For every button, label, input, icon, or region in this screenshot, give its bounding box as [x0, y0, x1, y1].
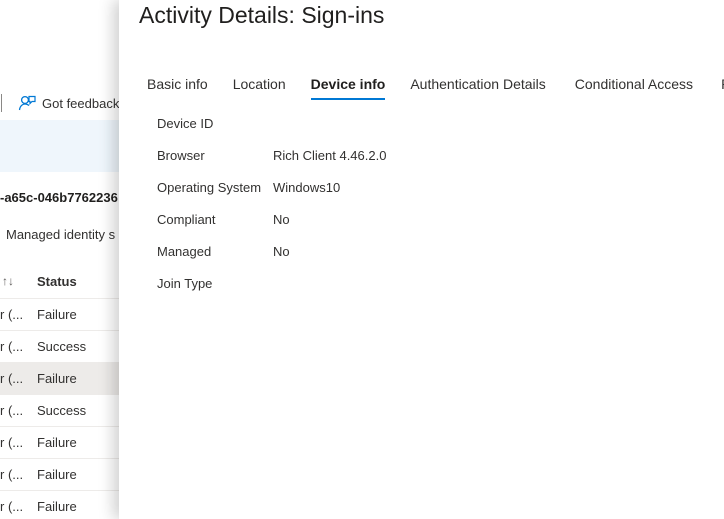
- row-status-cell: Success: [37, 403, 87, 418]
- table-row[interactable]: r (... Failure: [0, 459, 124, 491]
- tab-authentication-details[interactable]: Authentication Details: [410, 76, 545, 98]
- tab-device-info[interactable]: Device info: [310, 76, 385, 100]
- table-row[interactable]: r (... Failure: [0, 299, 124, 331]
- background-filter-label[interactable]: Managed identity s: [6, 227, 115, 242]
- row-status-cell: Success: [37, 339, 87, 354]
- panel-title: Activity Details: Sign-ins: [139, 2, 385, 28]
- property-value: Rich Client 4.46.2.0: [273, 148, 387, 163]
- details-tab-bar: Basic info Location Device info Authenticat…: [147, 76, 724, 100]
- row-truncated-cell: r (...: [0, 339, 24, 354]
- table-row[interactable]: r (... Failure: [0, 427, 124, 459]
- row-truncated-cell: r (...: [0, 499, 24, 514]
- sort-icon[interactable]: ↑↓: [2, 274, 14, 288]
- activity-details-panel: Activity Details: Sign-ins Basic info Loc…: [119, 0, 724, 519]
- property-value: No: [273, 244, 290, 259]
- feedback-person-icon[interactable]: [18, 94, 36, 112]
- background-table-body: r (... Failure r (... Success r (... Failure r…: [0, 299, 124, 519]
- background-info-band: [0, 120, 124, 172]
- toolbar-divider: [1, 94, 2, 112]
- row-status-cell: Failure: [37, 371, 77, 386]
- row-status-cell: Failure: [37, 307, 77, 322]
- row-truncated-cell: r (...: [0, 403, 24, 418]
- table-row[interactable]: r (... Success: [0, 395, 124, 427]
- row-truncated-cell: r (...: [0, 371, 24, 386]
- tab-basic-info[interactable]: Basic info: [147, 76, 208, 98]
- tab-conditional-access[interactable]: Conditional Access: [575, 76, 693, 98]
- property-label: Operating System: [157, 180, 262, 195]
- row-truncated-cell: r (...: [0, 307, 24, 322]
- row-truncated-cell: r (...: [0, 467, 24, 482]
- row-status-cell: Failure: [37, 435, 77, 450]
- table-row[interactable]: r (... Failure: [0, 491, 124, 519]
- property-label: Compliant: [157, 212, 216, 227]
- background-toolbar: Got feedback: [0, 86, 124, 120]
- tab-location[interactable]: Location: [233, 76, 286, 98]
- row-status-cell: Failure: [37, 499, 77, 514]
- table-row[interactable]: r (... Failure: [0, 363, 124, 395]
- background-signins-list: Got feedback -a65c-046b7762236 Managed i…: [0, 0, 124, 519]
- property-label: Device ID: [157, 116, 214, 131]
- property-value: No: [273, 212, 290, 227]
- table-row[interactable]: r (... Success: [0, 331, 124, 363]
- background-table-header: ↑↓ Status: [0, 266, 124, 299]
- property-value: Windows10: [273, 180, 341, 195]
- property-label: Browser: [157, 148, 205, 163]
- property-label: Join Type: [157, 276, 213, 291]
- property-label: Managed: [157, 244, 212, 259]
- background-request-id: -a65c-046b7762236: [0, 190, 118, 205]
- status-column-header[interactable]: Status: [37, 274, 77, 289]
- row-status-cell: Failure: [37, 467, 77, 482]
- row-truncated-cell: r (...: [0, 435, 24, 450]
- got-feedback-button[interactable]: Got feedback: [42, 96, 119, 111]
